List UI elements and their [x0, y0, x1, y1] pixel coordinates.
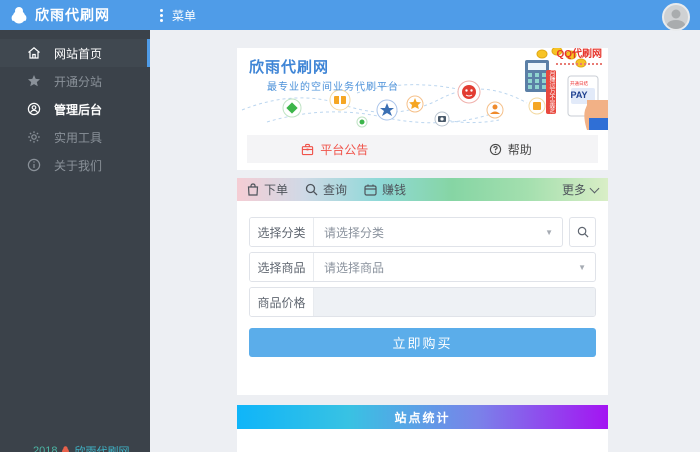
home-icon	[27, 46, 41, 60]
category-value[interactable]: 请选择分类	[314, 218, 545, 246]
price-value	[314, 288, 595, 316]
sidebar: 网站首页 开通分站 管理后台 实用工具 关于我们	[0, 30, 150, 452]
select-arrow-icon: ▼	[578, 253, 595, 281]
footer-year: 2018	[33, 445, 57, 452]
menu-label: 菜单	[172, 7, 196, 24]
promo-banner: 欣雨代刷网 最专业的空间业务代刷平台 QQ代刷网 月赚过万不是梦! 开通日结 P…	[237, 48, 608, 130]
category-label: 选择分类	[250, 218, 314, 246]
bag-icon	[247, 183, 259, 196]
phone-header-text: 开通日结	[566, 80, 593, 86]
footer-site-name: 欣雨代刷网	[74, 443, 129, 452]
sidebar-item-label: 开通分站	[54, 73, 102, 90]
chevron-down-icon	[590, 183, 600, 193]
sidebar-item-about[interactable]: 关于我们	[0, 151, 150, 179]
tab-bar: 下单 查询 赚钱 更多	[237, 178, 608, 201]
site-title: 欣雨代刷网	[35, 5, 110, 25]
order-form: 选择分类 请选择分类 ▼ 选择商品 请选择商品 ▼	[237, 201, 608, 357]
help-icon	[489, 143, 502, 156]
brand-logo[interactable]: 欣雨代刷网	[0, 5, 150, 25]
sidebar-item-substation[interactable]: 开通分站	[0, 67, 150, 95]
help-button[interactable]: 帮助	[423, 141, 599, 158]
price-label: 商品价格	[250, 288, 314, 316]
more-dropdown[interactable]: 更多	[562, 181, 598, 198]
announcement-button[interactable]: 平台公告	[247, 141, 423, 158]
main-content: 欣雨代刷网 最专业的空间业务代刷平台 QQ代刷网 月赚过万不是梦! 开通日结 P…	[150, 30, 700, 452]
admin-icon	[27, 102, 41, 116]
sidebar-item-tools[interactable]: 实用工具	[0, 123, 150, 151]
more-label: 更多	[562, 181, 586, 198]
stats-header: 站点统计	[237, 405, 608, 429]
tab-order[interactable]: 下单	[247, 181, 288, 198]
announcement-icon	[301, 143, 314, 156]
person-silhouette-icon	[664, 5, 688, 29]
sidebar-item-home[interactable]: 网站首页	[0, 39, 150, 67]
gear-icon	[27, 130, 41, 144]
order-card: 下单 查询 赚钱 更多 选择分类	[237, 178, 608, 395]
banner-phone-text: 开通日结 PAY	[564, 80, 594, 100]
wallet-icon	[364, 183, 377, 196]
product-select[interactable]: 选择商品 请选择商品 ▼	[249, 252, 596, 282]
select-arrow-icon: ▼	[545, 218, 562, 246]
banner-ribbon: 月赚过万不是梦!	[546, 70, 556, 114]
search-icon	[305, 183, 318, 196]
penguin-logo-icon	[10, 6, 28, 24]
banner-subtitle: 最专业的空间业务代刷平台	[267, 78, 399, 93]
price-row: 商品价格	[249, 287, 596, 317]
product-row: 选择商品 请选择商品 ▼	[249, 252, 596, 282]
product-label: 选择商品	[250, 253, 314, 281]
banner-card: 欣雨代刷网 最专业的空间业务代刷平台 QQ代刷网 月赚过万不是梦! 开通日结 P…	[237, 48, 608, 170]
buy-now-button[interactable]: 立即购买	[249, 328, 596, 357]
tab-query[interactable]: 查询	[305, 181, 347, 198]
stats-body	[237, 429, 608, 452]
announcement-label: 平台公告	[320, 141, 368, 158]
sidebar-item-label: 关于我们	[54, 157, 102, 174]
sidebar-nav: 网站首页 开通分站 管理后台 实用工具 关于我们	[0, 30, 150, 179]
help-label: 帮助	[508, 141, 532, 158]
sidebar-footer-copyright: 2018 欣雨代刷网	[33, 443, 129, 452]
pay-label: PAY	[564, 90, 594, 100]
tab-earn[interactable]: 赚钱	[364, 181, 406, 198]
banner-title: 欣雨代刷网	[249, 56, 329, 77]
tab-label: 赚钱	[382, 181, 406, 198]
user-avatar[interactable]	[662, 3, 690, 31]
stats-card: 站点统计	[237, 405, 608, 452]
sidebar-item-admin[interactable]: 管理后台	[0, 95, 150, 123]
banner-corner-logo: QQ代刷网	[556, 50, 602, 65]
tab-label: 下单	[264, 181, 288, 198]
product-value[interactable]: 请选择商品	[314, 253, 578, 281]
category-row: 选择分类 请选择分类 ▼	[249, 217, 596, 247]
sidebar-item-label: 实用工具	[54, 129, 102, 146]
notice-bar: 平台公告 帮助	[247, 135, 598, 163]
menu-dots-icon	[160, 9, 163, 22]
penguin-footer-icon	[61, 446, 70, 452]
menu-toggle-button[interactable]: 菜单	[160, 7, 196, 24]
category-select[interactable]: 选择分类 请选择分类 ▼	[249, 217, 563, 247]
tab-label: 查询	[323, 181, 347, 198]
sidebar-item-label: 管理后台	[54, 101, 102, 118]
price-field: 商品价格	[249, 287, 596, 317]
search-icon	[577, 226, 589, 238]
category-search-button[interactable]	[569, 217, 596, 247]
star-icon	[27, 74, 41, 88]
sidebar-item-label: 网站首页	[54, 45, 102, 62]
top-header: 欣雨代刷网 菜单	[0, 0, 700, 30]
info-icon	[27, 158, 41, 172]
